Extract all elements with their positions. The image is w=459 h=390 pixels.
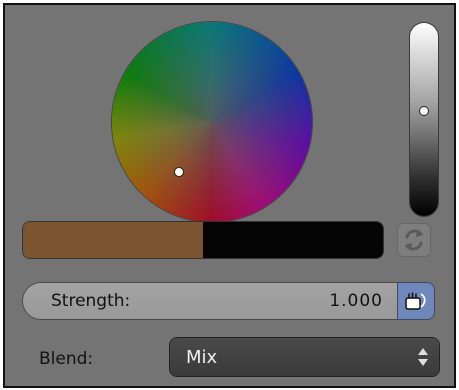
brush-color-panel: Strength: 1.000 Blend: Mix xyxy=(3,3,456,388)
pressure-hand-icon xyxy=(405,292,426,310)
primary-color-swatch[interactable] xyxy=(23,222,203,258)
blend-mode-value: Mix xyxy=(186,346,218,368)
color-wheel[interactable] xyxy=(112,22,312,222)
panel-body: Strength: 1.000 Blend: Mix xyxy=(5,5,454,386)
secondary-color-swatch[interactable] xyxy=(203,222,383,258)
wheel-value-overlay xyxy=(112,22,312,222)
color-wheel-cursor[interactable] xyxy=(174,167,184,177)
blend-mode-select[interactable]: Mix xyxy=(170,338,439,376)
value-slider-cursor[interactable] xyxy=(419,105,429,116)
strength-value[interactable]: 1.000 xyxy=(329,291,383,311)
strength-pressure-button[interactable] xyxy=(398,283,434,319)
blend-label: Blend: xyxy=(39,349,94,369)
strength-field[interactable]: Strength: 1.000 xyxy=(23,283,397,319)
updown-arrows-icon xyxy=(417,347,429,367)
value-slider[interactable] xyxy=(410,23,438,216)
swap-colors-icon xyxy=(405,229,423,251)
color-swatches xyxy=(23,222,383,258)
swap-colors-button[interactable] xyxy=(397,223,431,257)
strength-label: Strength: xyxy=(51,291,131,311)
